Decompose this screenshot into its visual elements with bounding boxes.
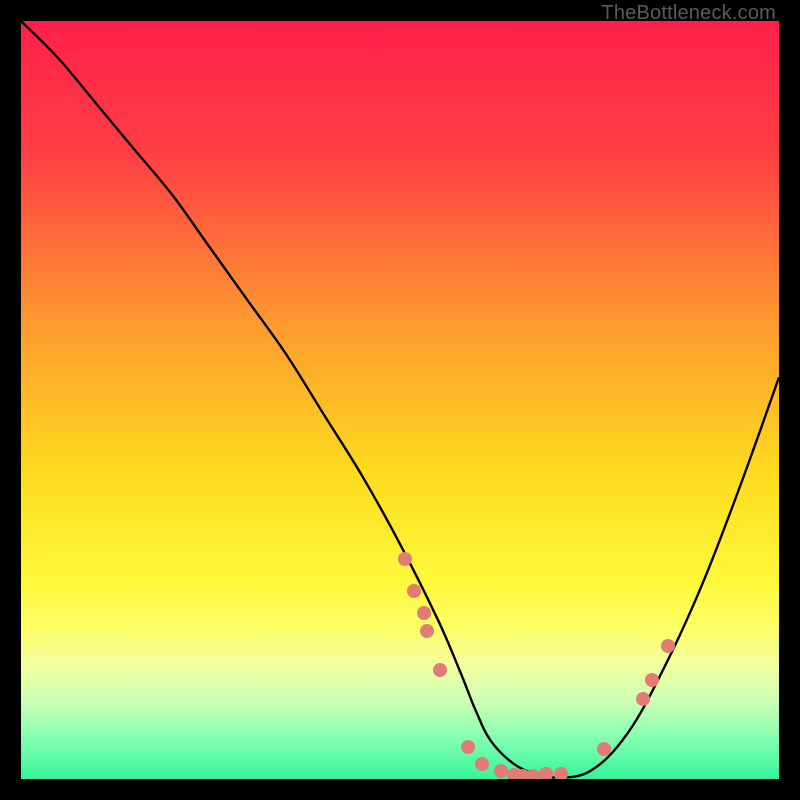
chart-canvas: TheBottleneck.com — [0, 0, 800, 800]
data-marker — [539, 767, 553, 779]
data-marker — [407, 584, 421, 598]
data-marker — [636, 692, 650, 706]
data-marker — [554, 767, 568, 779]
curve-layer — [21, 21, 779, 779]
watermark-text: TheBottleneck.com — [601, 2, 776, 25]
data-marker — [645, 673, 659, 687]
bottleneck-curve — [21, 21, 779, 778]
data-marker — [494, 764, 508, 778]
data-marker — [661, 639, 675, 653]
data-marker — [597, 742, 611, 756]
plot-area — [21, 21, 779, 779]
data-marker — [475, 757, 489, 771]
data-marker — [433, 663, 447, 677]
